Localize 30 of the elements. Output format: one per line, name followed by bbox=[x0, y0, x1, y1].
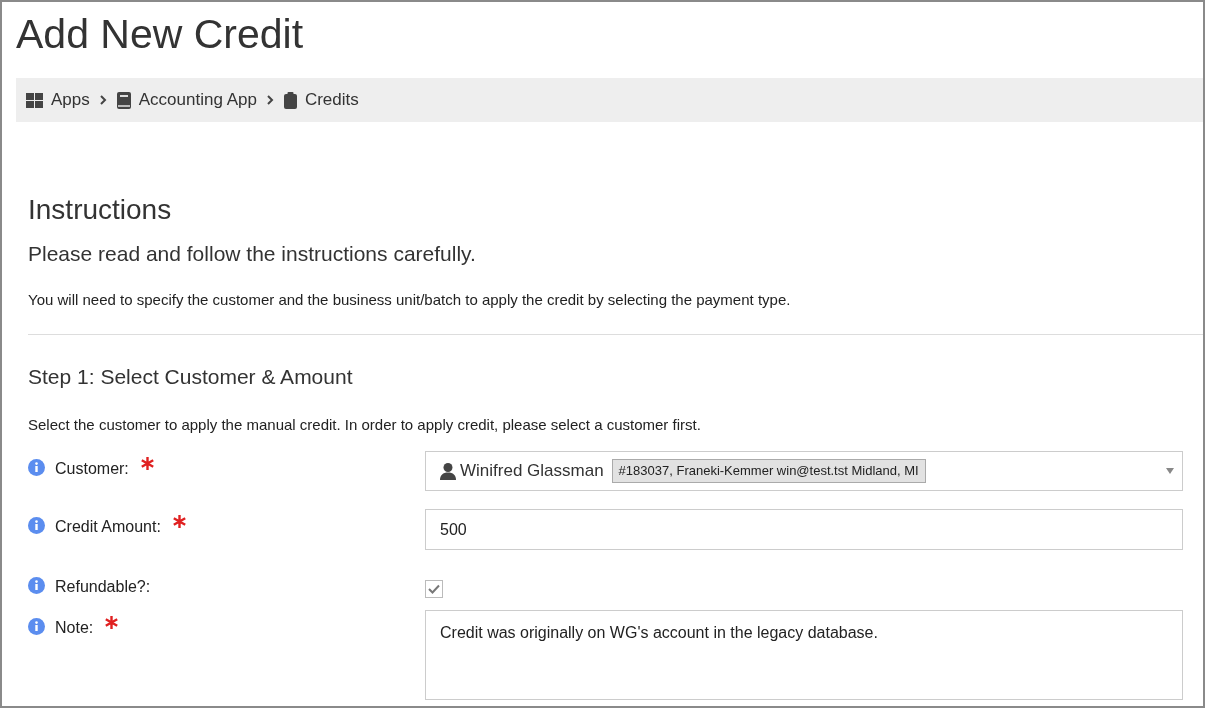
chevron-icon bbox=[266, 95, 274, 105]
step-text: Select the customer to apply the manual credit. In order to apply credit, please select a customer first. bbox=[28, 415, 702, 435]
credit-amount-field[interactable]: 500 bbox=[425, 509, 1183, 550]
info-icon[interactable] bbox=[28, 577, 45, 594]
grid-icon bbox=[26, 92, 43, 108]
note-field[interactable]: Credit was originally on WG's account in the legacy database. bbox=[425, 610, 1183, 700]
book-icon bbox=[116, 91, 131, 109]
breadcrumb-link[interactable]: Apps bbox=[51, 87, 90, 113]
refundable-checkbox[interactable] bbox=[425, 580, 443, 598]
step-heading: Step 1: Select Customer & Amount bbox=[28, 364, 354, 390]
info-icon[interactable] bbox=[28, 459, 45, 476]
breadcrumb-link[interactable]: Credits bbox=[304, 87, 359, 113]
instructions-text: You will need to specify the customer and the business unit/batch to apply the credit by selecting the payment type. bbox=[28, 290, 792, 310]
section-subtitle: Please read and follow the instructions carefully. bbox=[28, 241, 477, 267]
field-label: Note: bbox=[55, 618, 94, 638]
field-label: Refundable?: bbox=[55, 577, 151, 597]
section-heading: Instructions bbox=[28, 193, 173, 227]
dropdown-caret-icon bbox=[1166, 468, 1174, 474]
info-icon[interactable] bbox=[28, 618, 45, 635]
field-label: Credit Amount: bbox=[55, 517, 161, 537]
user-icon bbox=[440, 462, 456, 480]
breadcrumb-link[interactable]: Accounting App bbox=[138, 87, 257, 113]
customer-select[interactable]: Winifred Glassman #183037, Franeki-Kemmer win@test.tst Midland, MI bbox=[425, 451, 1183, 491]
page-title: Add New Credit bbox=[16, 10, 305, 59]
field-label: Customer: bbox=[55, 459, 129, 479]
customer-detail-tag: #183037, Franeki-Kemmer win@test.tst Midland, MI bbox=[611, 459, 926, 483]
info-icon[interactable] bbox=[28, 517, 45, 534]
clipboard-icon bbox=[283, 91, 297, 109]
selected-customer: Winifred Glassman bbox=[460, 460, 604, 483]
chevron-icon bbox=[99, 95, 107, 105]
